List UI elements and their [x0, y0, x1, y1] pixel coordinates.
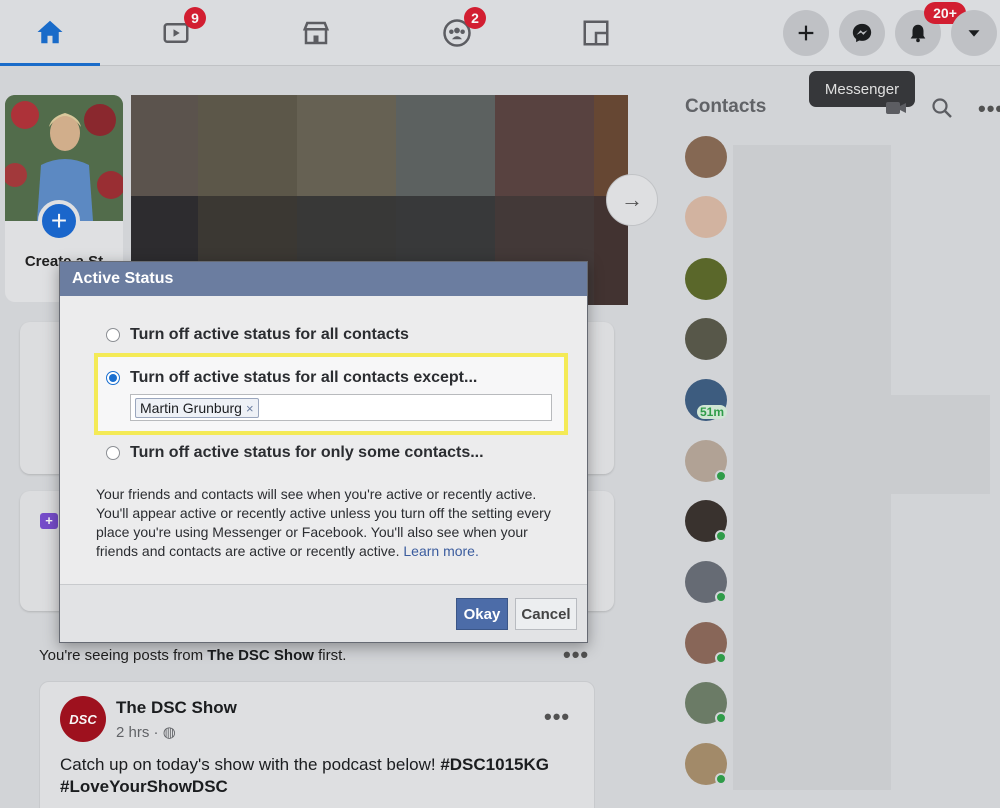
remove-token-icon[interactable]: ×: [246, 401, 254, 416]
option-all-except[interactable]: Turn off active status for all contacts …: [106, 369, 477, 387]
except-contacts-input[interactable]: Martin Grunburg ×: [130, 394, 552, 421]
option-label: Turn off active status for all contacts …: [130, 369, 478, 386]
option-label: Turn off active status for only some con…: [130, 444, 484, 461]
active-status-dialog: Active Status Turn off active status for…: [59, 261, 588, 643]
radio-button[interactable]: [106, 328, 120, 342]
learn-more-link[interactable]: Learn more.: [403, 543, 478, 559]
option-label: Turn off active status for all contacts: [130, 326, 409, 343]
contact-token: Martin Grunburg ×: [135, 398, 259, 418]
radio-button-selected[interactable]: [106, 371, 120, 385]
status-description: Your friends and contacts will see when …: [96, 486, 551, 559]
dialog-title: Active Status: [60, 262, 587, 296]
option-some-contacts[interactable]: Turn off active status for only some con…: [106, 444, 484, 462]
okay-button[interactable]: Okay: [456, 598, 508, 630]
dialog-footer: Okay Cancel: [60, 584, 587, 642]
option-all-contacts[interactable]: Turn off active status for all contacts: [106, 326, 409, 344]
radio-button[interactable]: [106, 446, 120, 460]
cancel-button[interactable]: Cancel: [515, 598, 577, 630]
